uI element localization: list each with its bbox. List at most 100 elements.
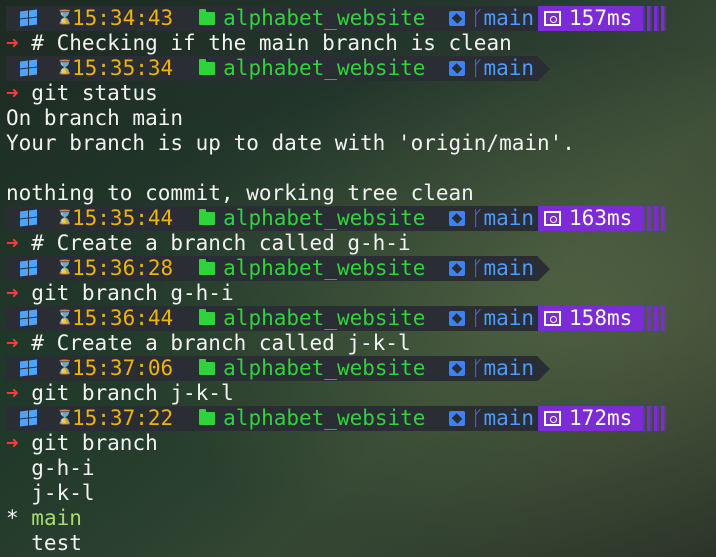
prompt-duration: 157ms	[569, 6, 633, 30]
prompt-end-arrow	[538, 356, 551, 381]
windows-icon	[20, 358, 38, 377]
duration-segment: 172ms	[538, 406, 667, 431]
prompt-arrow: ➜	[6, 31, 19, 55]
prompt-directory: alphabet_website	[223, 56, 426, 80]
prompt-directory: alphabet_website	[223, 406, 426, 430]
prompt-separator	[42, 256, 54, 281]
prompt-bar: ⌛ 15:35:34 alphabet_website ᚴ main	[6, 56, 716, 81]
prompt-duration: 163ms	[569, 206, 633, 230]
prompt-directory: alphabet_website	[223, 356, 426, 380]
prompt-time: 15:35:44	[72, 206, 174, 230]
folder-icon	[199, 259, 216, 275]
prompt-directory: alphabet_website	[223, 206, 426, 230]
prompt-arrow: ➜	[6, 81, 19, 105]
output-line: On branch main	[6, 106, 184, 130]
output-line: g-h-i	[6, 456, 95, 480]
windows-icon	[20, 308, 38, 327]
prompt-time: 15:37:22	[72, 406, 174, 430]
hourglass-icon: ⌛	[56, 60, 74, 76]
folder-icon	[199, 409, 216, 425]
git-branch-icon: ᚴ	[471, 256, 484, 280]
timer-icon	[544, 211, 562, 226]
command-line[interactable]: ➜ git status	[6, 81, 716, 106]
prompt-directory: alphabet_website	[223, 256, 426, 280]
timer-icon	[544, 411, 562, 426]
hourglass-icon: ⌛	[56, 410, 74, 426]
prompt-branch: main	[483, 206, 535, 230]
prompt-end-arrow	[538, 56, 551, 81]
hourglass-icon: ⌛	[56, 260, 74, 276]
windows-icon	[20, 8, 38, 27]
prompt-separator	[42, 406, 54, 431]
terminal-window[interactable]: ⌛ 15:34:43 alphabet_website ᚴ main 157ms ➜ # C…	[6, 6, 716, 556]
prompt-separator	[42, 56, 54, 81]
folder-icon	[199, 59, 216, 75]
output-line: Your branch is up to date with 'origin/m…	[6, 131, 575, 155]
duration-segment: 157ms	[538, 6, 667, 31]
git-branch-icon: ᚴ	[471, 306, 484, 330]
prompt-info-segment: ⌛ 15:35:44 alphabet_website ᚴ main	[6, 206, 539, 231]
prompt-info-segment: ⌛ 15:36:44 alphabet_website ᚴ main	[6, 306, 539, 331]
command-line[interactable]: ➜ git branch j-k-l	[6, 381, 716, 406]
prompt-separator	[42, 6, 54, 31]
duration-segment: 158ms	[538, 306, 667, 331]
duration-segment: 163ms	[538, 206, 667, 231]
windows-icon	[20, 208, 38, 227]
prompt-time: 15:35:34	[72, 56, 174, 80]
prompt-arrow: ➜	[6, 381, 19, 405]
output-line: j-k-l	[6, 481, 95, 505]
prompt-end-arrow	[538, 256, 551, 281]
command-text: git branch	[18, 431, 158, 455]
prompt-time: 15:34:43	[72, 6, 174, 30]
hourglass-icon: ⌛	[56, 210, 74, 226]
prompt-info-segment: ⌛ 15:37:06 alphabet_website ᚴ main	[6, 356, 539, 381]
command-line[interactable]: ➜ git branch g-h-i	[6, 281, 716, 306]
command-text: # Checking if the main branch is clean	[18, 31, 512, 55]
prompt-separator	[42, 306, 54, 331]
prompt-arrow: ➜	[6, 231, 19, 255]
prompt-arrow: ➜	[6, 331, 19, 355]
folder-icon	[199, 209, 216, 225]
hourglass-icon: ⌛	[56, 360, 74, 376]
git-repo-icon	[449, 261, 466, 276]
prompt-time: 15:36:28	[72, 256, 174, 280]
prompt-bar: ⌛ 15:35:44 alphabet_website ᚴ main 163ms	[6, 206, 716, 231]
command-line[interactable]: ➜ # Checking if the main branch is clean	[6, 31, 716, 56]
command-line[interactable]: ➜ git branch	[6, 431, 716, 456]
prompt-duration: 158ms	[569, 306, 633, 330]
folder-icon	[199, 309, 216, 325]
current-branch-marker: *	[6, 506, 32, 530]
prompt-branch: main	[483, 6, 535, 30]
prompt-bar: ⌛ 15:36:44 alphabet_website ᚴ main 158ms	[6, 306, 716, 331]
command-line[interactable]: ➜ # Create a branch called j-k-l	[6, 331, 716, 356]
git-repo-icon	[449, 361, 466, 376]
prompt-info-segment: ⌛ 15:34:43 alphabet_website ᚴ main	[6, 6, 539, 31]
prompt-bar: ⌛ 15:36:28 alphabet_website ᚴ main	[6, 256, 716, 281]
prompt-info-segment: ⌛ 15:35:34 alphabet_website ᚴ main	[6, 56, 539, 81]
git-repo-icon	[449, 311, 466, 326]
output-line: * main	[6, 506, 716, 531]
current-branch-name: main	[31, 506, 82, 530]
git-branch-icon: ᚴ	[471, 206, 484, 230]
prompt-directory: alphabet_website	[223, 6, 426, 30]
folder-icon	[199, 359, 216, 375]
command-text: # Create a branch called g-h-i	[18, 231, 411, 255]
prompt-branch: main	[483, 406, 535, 430]
prompt-bar: ⌛ 15:34:43 alphabet_website ᚴ main 157ms	[6, 6, 716, 31]
timer-icon	[544, 311, 562, 326]
prompt-bar: ⌛ 15:37:06 alphabet_website ᚴ main	[6, 356, 716, 381]
hourglass-icon: ⌛	[56, 310, 74, 326]
prompt-time: 15:37:06	[72, 356, 174, 380]
command-line[interactable]: ➜ # Create a branch called g-h-i	[6, 231, 716, 256]
prompt-branch: main	[483, 256, 535, 280]
command-text: git status	[18, 81, 158, 105]
prompt-bar: ⌛ 15:37:22 alphabet_website ᚴ main 172ms	[6, 406, 716, 431]
git-repo-icon	[449, 61, 466, 76]
git-repo-icon	[449, 11, 466, 26]
hourglass-icon: ⌛	[56, 10, 74, 26]
timer-icon	[544, 11, 562, 26]
command-text: git branch j-k-l	[18, 381, 234, 405]
prompt-info-segment: ⌛ 15:37:22 alphabet_website ᚴ main	[6, 406, 539, 431]
windows-icon	[20, 258, 38, 277]
